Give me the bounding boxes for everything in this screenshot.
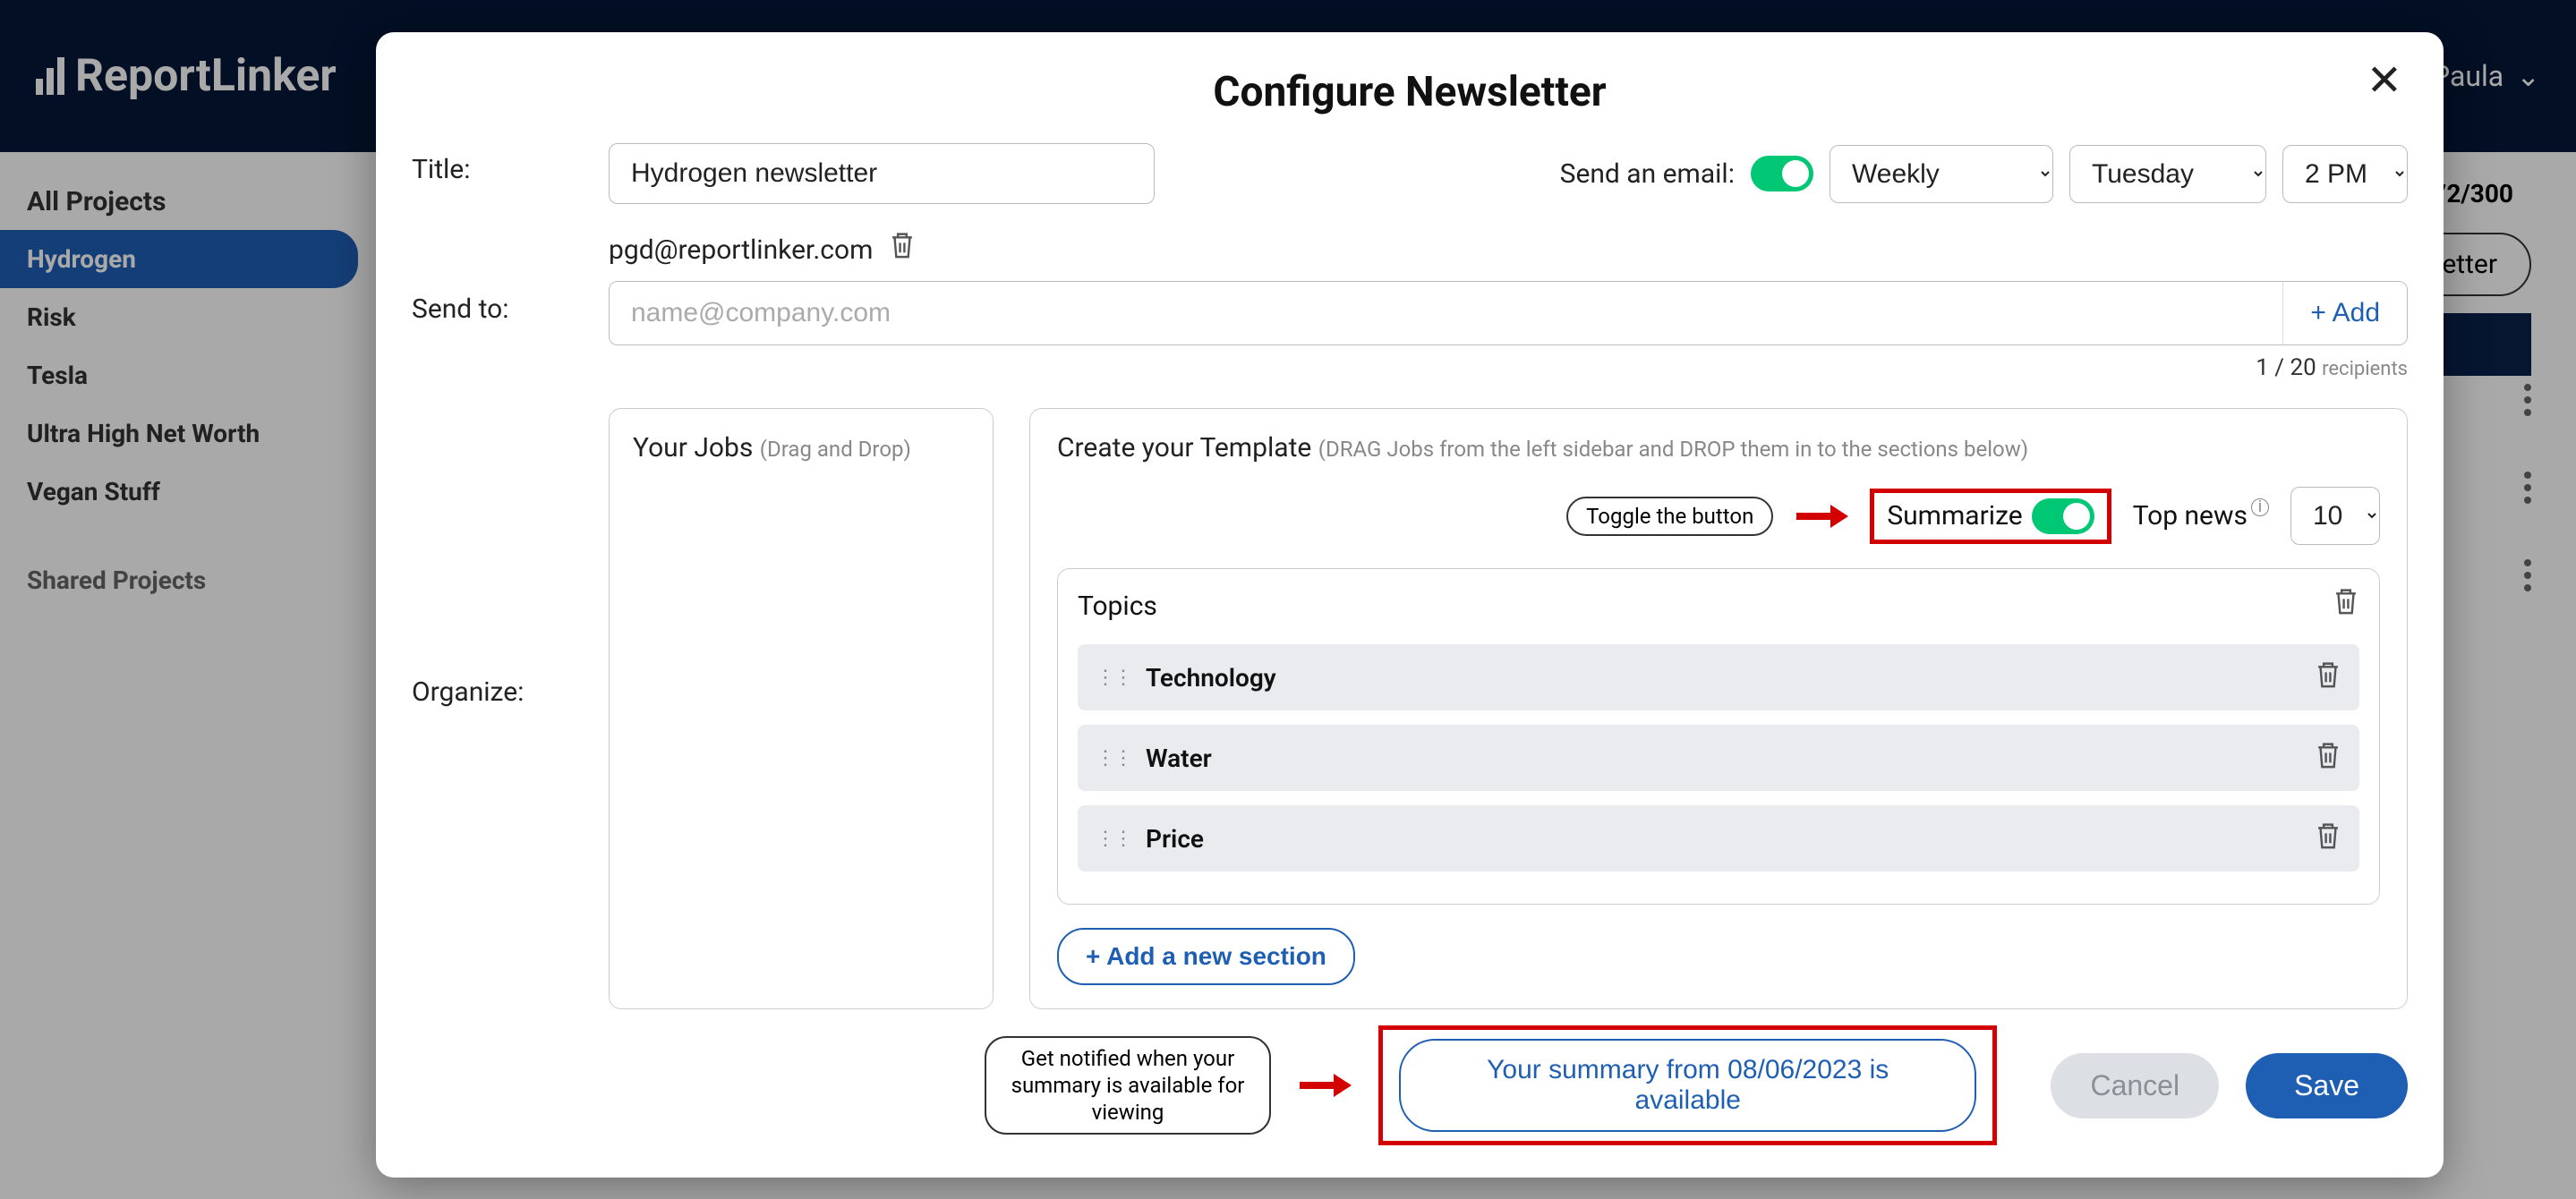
modal-title: Configure Newsletter (412, 68, 2408, 116)
time-select[interactable]: 2 PM (2282, 145, 2408, 203)
summary-available-highlight: Your summary from 08/06/2023 is availabl… (1378, 1025, 1997, 1145)
close-icon[interactable]: ✕ (2367, 59, 2402, 102)
grip-icon[interactable]: ⋮⋮ (1096, 747, 1131, 770)
trash-icon[interactable] (2315, 821, 2341, 855)
summarize-toggle[interactable] (2032, 498, 2094, 534)
recipient-count: 1 / 20 recipients (609, 354, 2408, 381)
cancel-button[interactable]: Cancel (2051, 1053, 2219, 1118)
info-icon[interactable]: i (2251, 498, 2269, 516)
topics-section: Topics ⋮⋮ Technology ⋮⋮ Wa (1057, 568, 2380, 905)
topnews-select[interactable]: 10 (2290, 487, 2380, 545)
recipient-chip: pgd@reportlinker.com (609, 231, 2408, 268)
topic-row[interactable]: ⋮⋮ Technology (1078, 644, 2359, 710)
grip-icon[interactable]: ⋮⋮ (1096, 667, 1131, 689)
arrow-icon (1298, 1072, 1352, 1099)
frequency-select[interactable]: Weekly (1830, 145, 2053, 203)
trash-icon[interactable] (2333, 587, 2359, 625)
topnews-label: Top news (2133, 500, 2248, 531)
jobs-panel[interactable]: Your Jobs (Drag and Drop) (609, 408, 994, 1009)
trash-icon[interactable] (2315, 741, 2341, 775)
add-section-button[interactable]: + Add a new section (1057, 928, 1355, 985)
trash-icon[interactable] (2315, 660, 2341, 694)
send-email-toggle[interactable] (1751, 156, 1813, 191)
add-recipient-button[interactable]: + Add (2282, 282, 2407, 344)
title-label: Title: (412, 143, 591, 204)
trash-icon[interactable] (889, 231, 916, 268)
summary-available-button[interactable]: Your summary from 08/06/2023 is availabl… (1399, 1039, 1976, 1132)
day-select[interactable]: Tuesday (2069, 145, 2266, 203)
summarize-label: Summarize (1887, 500, 2022, 531)
summarize-highlight: Summarize (1870, 489, 2111, 544)
title-input[interactable] (609, 143, 1155, 204)
toggle-callout: Toggle the button (1566, 497, 1773, 536)
save-button[interactable]: Save (2246, 1053, 2408, 1118)
send-email-label: Send an email: (1560, 158, 1735, 190)
configure-newsletter-modal: Configure Newsletter ✕ Title: Send an em… (376, 32, 2444, 1178)
organize-label: Organize: (412, 408, 591, 1009)
topic-row[interactable]: ⋮⋮ Water (1078, 725, 2359, 791)
arrow-icon (1795, 503, 1848, 530)
grip-icon[interactable]: ⋮⋮ (1096, 828, 1131, 850)
recipient-input[interactable] (610, 282, 2282, 344)
section-title: Topics (1078, 591, 1157, 622)
notify-callout: Get notified when your summary is availa… (985, 1036, 1271, 1135)
template-panel: Create your Template (DRAG Jobs from the… (1029, 408, 2408, 1009)
topic-row[interactable]: ⋮⋮ Price (1078, 805, 2359, 872)
sendto-label: Send to: (412, 231, 591, 381)
